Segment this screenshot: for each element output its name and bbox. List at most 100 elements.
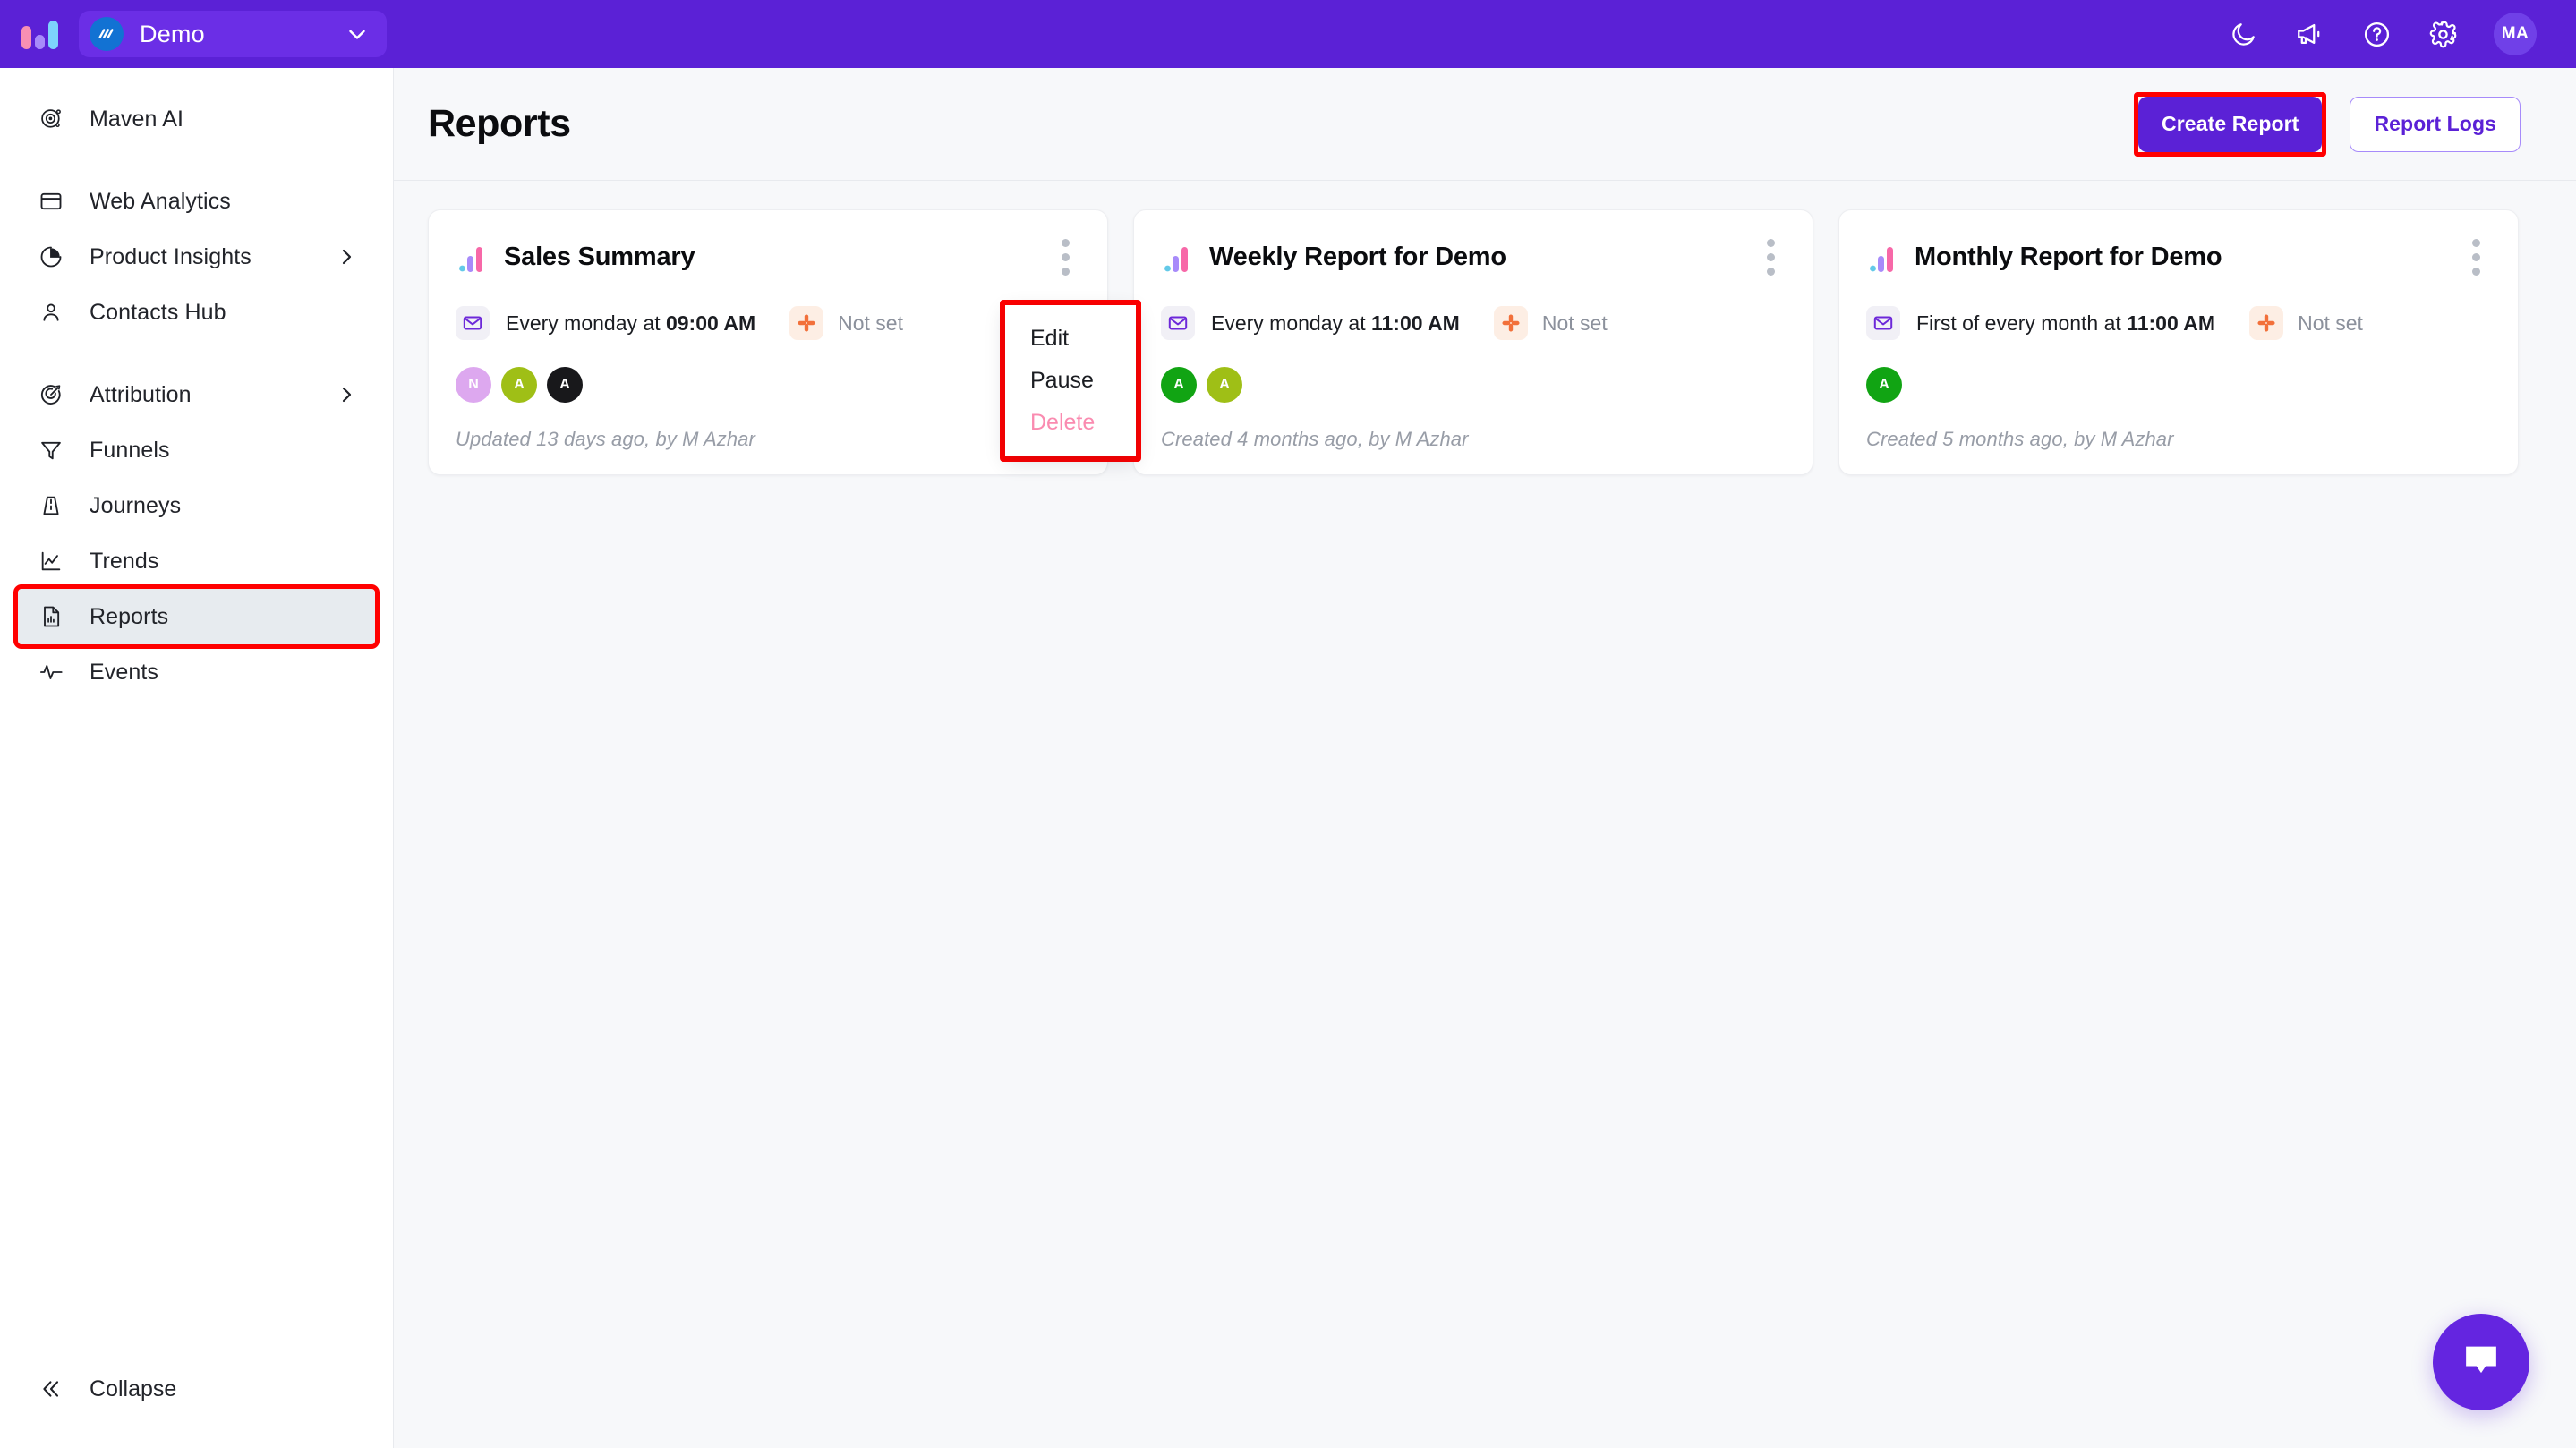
main-content: Reports Create Report Report Logs Sales … (394, 68, 2576, 1448)
moon-icon[interactable] (2229, 19, 2259, 49)
create-report-highlight: Create Report (2134, 92, 2326, 157)
report-card[interactable]: Monthly Report for Demo First of every m… (1838, 209, 2519, 475)
sidebar-item-label: Contacts Hub (90, 300, 226, 326)
sidebar-item-label: Reports (90, 604, 168, 630)
avatar-initials: A (1173, 377, 1184, 393)
sidebar-item-label: Journeys (90, 493, 181, 519)
report-recipients: A (1866, 367, 2491, 403)
schedule-prefix: First of every month at (1916, 311, 2127, 335)
more-vertical-icon[interactable] (1755, 237, 1786, 277)
slack-status: Not set (2298, 311, 2363, 336)
menu-item-pause[interactable]: Pause (1005, 360, 1136, 402)
bar-chart-icon (1866, 242, 1897, 272)
sidebar-item-label: Web Analytics (90, 189, 231, 215)
report-card-header: Weekly Report for Demo (1161, 237, 1786, 277)
report-actions-menu: Edit Pause Delete (1005, 305, 1136, 456)
avatar-initials: A (514, 377, 525, 393)
report-schedule: First of every month at 11:00 AM No (1866, 306, 2491, 340)
report-card-footer: Created 4 months ago, by M Azhar (1161, 428, 1786, 451)
report-recipients: A A (1161, 367, 1786, 403)
more-vertical-icon[interactable] (2461, 237, 2491, 277)
report-card[interactable]: Weekly Report for Demo Every monday at 1… (1133, 209, 1813, 475)
slack-channel-group: Not set (2249, 306, 2363, 340)
sidebar: Maven AI Web Analytics Product Insights (0, 68, 394, 1448)
report-card-header: Sales Summary (456, 237, 1080, 277)
chevrons-left-icon (36, 1374, 66, 1404)
target-arrow-icon (36, 379, 66, 410)
schedule-prefix: Every monday at (1211, 311, 1371, 335)
slack-channel-group: Not set (1494, 306, 1608, 340)
report-card-title: Sales Summary (504, 243, 695, 272)
collapse-sidebar-button[interactable]: Collapse (18, 1364, 376, 1414)
report-logs-button[interactable]: Report Logs (2350, 97, 2521, 152)
avatar[interactable]: N (456, 367, 491, 403)
report-card-footer: Updated 13 days ago, by M Azhar (456, 428, 1080, 451)
slack-icon (789, 306, 823, 340)
menu-item-edit[interactable]: Edit (1005, 318, 1136, 360)
schedule-time: 11:00 AM (2127, 311, 2215, 335)
avatar-initials: N (468, 377, 479, 393)
user-icon (36, 297, 66, 328)
envelope-icon (1161, 306, 1195, 340)
sidebar-item-maven-ai[interactable]: Maven AI (18, 91, 375, 147)
line-chart-icon (36, 546, 66, 576)
avatar-initials: A (1219, 377, 1230, 393)
pie-chart-icon (36, 242, 66, 272)
gear-icon[interactable] (2427, 19, 2458, 49)
schedule-time: 09:00 AM (666, 311, 755, 335)
bar-chart-logo-icon (21, 19, 58, 49)
chat-support-button[interactable] (2433, 1314, 2529, 1410)
page-header: Reports Create Report Report Logs (394, 68, 2576, 181)
road-icon (36, 490, 66, 521)
report-document-icon (36, 601, 66, 632)
avatar[interactable]: A (1207, 367, 1242, 403)
sidebar-item-web-analytics[interactable]: Web Analytics (18, 174, 375, 229)
slack-channel-group: Not set (789, 306, 903, 340)
workspace-name: Demo (140, 21, 328, 48)
avatar[interactable]: A (1161, 367, 1197, 403)
help-circle-icon[interactable] (2361, 19, 2392, 49)
sidebar-item-attribution[interactable]: Attribution (18, 367, 375, 422)
app-logo[interactable] (0, 19, 79, 49)
menu-item-delete[interactable]: Delete (1005, 402, 1136, 444)
sidebar-item-reports[interactable]: Reports (18, 589, 375, 644)
sidebar-item-contacts-hub[interactable]: Contacts Hub (18, 285, 375, 340)
sidebar-item-trends[interactable]: Trends (18, 533, 375, 589)
sidebar-item-label: Trends (90, 549, 158, 575)
report-card-title: Monthly Report for Demo (1915, 243, 2222, 272)
avatar-initials: MA (2502, 24, 2529, 44)
sidebar-item-journeys[interactable]: Journeys (18, 478, 375, 533)
avatar-initials: A (1879, 377, 1889, 393)
sidebar-item-product-insights[interactable]: Product Insights (18, 229, 375, 285)
avatar[interactable]: MA (2494, 13, 2537, 55)
schedule-text: Every monday at 11:00 AM (1211, 311, 1460, 336)
workspace-switcher[interactable]: Demo (79, 11, 387, 57)
schedule-text: Every monday at 09:00 AM (506, 311, 755, 336)
avatar[interactable]: A (547, 367, 583, 403)
slack-icon (1494, 306, 1528, 340)
top-bar: Demo (0, 0, 2576, 68)
more-vertical-icon[interactable] (1050, 237, 1080, 277)
bar-chart-icon (456, 242, 486, 272)
sidebar-item-label: Product Insights (90, 244, 252, 270)
chevron-right-icon[interactable] (336, 246, 357, 268)
chevron-down-icon[interactable] (344, 21, 371, 47)
envelope-icon (1866, 306, 1900, 340)
megaphone-icon[interactable] (2295, 19, 2325, 49)
reports-card-grid: Sales Summary Every monday at 09:00 AM (394, 181, 2576, 475)
activity-pulse-icon (36, 657, 66, 687)
slack-status: Not set (838, 311, 903, 336)
create-report-button[interactable]: Create Report (2138, 97, 2322, 152)
schedule-prefix: Every monday at (506, 311, 666, 335)
sidebar-item-funnels[interactable]: Funnels (18, 422, 375, 478)
page-title: Reports (428, 102, 571, 146)
maven-ai-icon (36, 104, 66, 134)
avatar[interactable]: A (501, 367, 537, 403)
sidebar-nav: Maven AI Web Analytics Product Insights (0, 68, 393, 700)
avatar[interactable]: A (1866, 367, 1902, 403)
sidebar-item-events[interactable]: Events (18, 644, 375, 700)
chevron-right-icon[interactable] (336, 384, 357, 405)
funnel-icon (36, 435, 66, 465)
sidebar-item-label: Attribution (90, 382, 192, 408)
report-card-footer: Created 5 months ago, by M Azhar (1866, 428, 2491, 451)
